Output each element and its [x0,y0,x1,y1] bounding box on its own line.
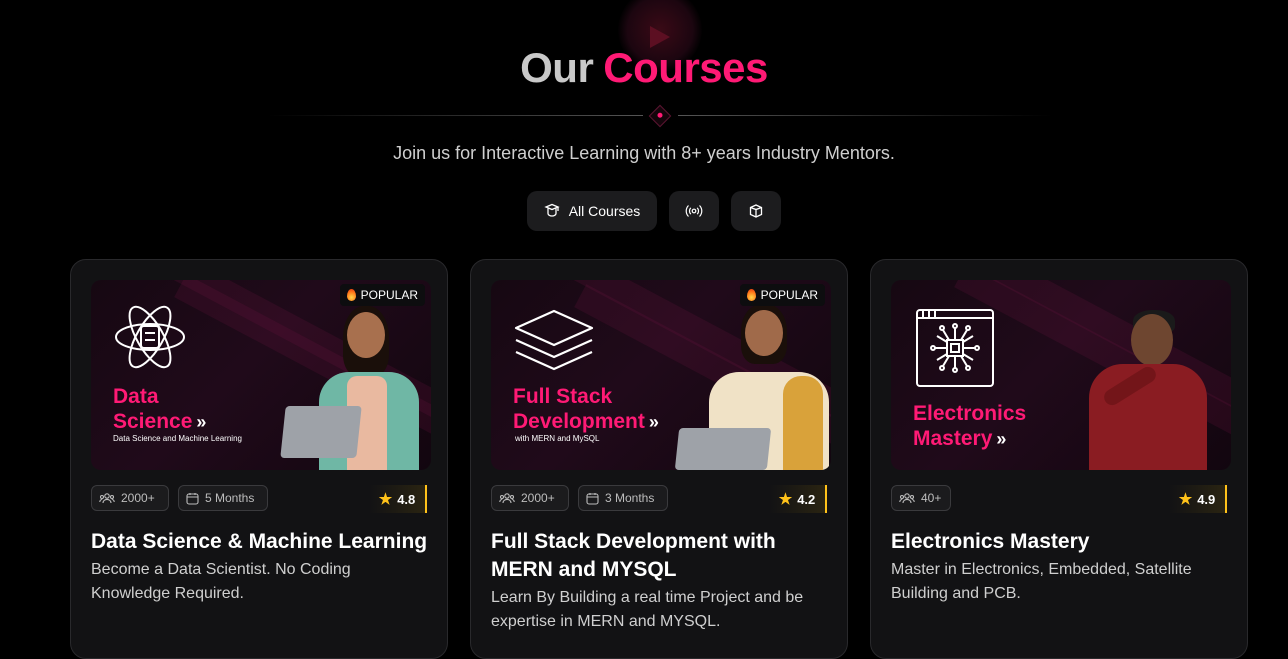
course-card-data-science[interactable]: Data Science» Data Science and Machine L… [70,259,448,659]
banner-title-line1: Data [113,385,159,408]
instructor-photo [674,280,831,470]
banner-subtitle: Data Science and Machine Learning [113,434,242,443]
banner-title-line1: Electronics [913,402,1027,425]
graduation-icon [544,203,560,219]
students-chip: 40+ [891,485,951,511]
title-divider-left [268,115,643,116]
rating-badge: ★ 4.8 [369,485,427,513]
students-chip: 2000+ [91,485,169,511]
course-banner[interactable]: Electronics Mastery» [891,280,1231,470]
page-title-part2: Courses [603,44,768,91]
popular-badge-label: POPULAR [360,288,418,302]
course-meta: 40+ ★ 4.9 [891,485,1227,513]
course-description: Learn By Building a real time Project an… [491,589,804,630]
rating-value: 4.8 [397,491,416,507]
fire-icon [346,289,356,301]
course-card-electronics[interactable]: Electronics Mastery» 40+ ★ 4.9 Electroni… [870,259,1248,659]
popular-badge-label: POPULAR [760,288,818,302]
duration-chip: 5 Months [178,485,268,511]
duration-value: 3 Months [605,491,655,505]
course-meta: 2000+ 5 Months ★ 4.8 [91,485,427,513]
tab-live[interactable] [669,191,719,231]
chip-circuit-icon [915,308,995,393]
students-icon [899,493,915,504]
banner-arrow-icon: » [996,429,1007,449]
star-icon: ★ [778,491,793,508]
live-broadcast-icon [685,204,703,218]
rating-badge: ★ 4.9 [1169,485,1227,513]
rating-value: 4.9 [1197,491,1216,507]
page-title: Our Courses [0,44,1288,92]
banner-title-line2: Development [513,410,645,433]
students-chip: 2000+ [491,485,569,511]
rating-value: 4.2 [797,491,816,507]
star-icon: ★ [1178,491,1193,508]
divider-diamond-icon [648,104,672,128]
page-subtitle: Join us for Interactive Learning with 8+… [393,143,895,163]
star-icon: ★ [378,491,393,508]
course-title[interactable]: Full Stack Development with MERN and MYS… [491,528,836,584]
tab-recorded[interactable] [731,191,781,231]
course-description: Become a Data Scientist. No Coding Knowl… [91,561,351,602]
course-title[interactable]: Data Science & Machine Learning [91,528,436,556]
fire-icon [746,289,756,301]
banner-title: Data Science» [113,384,206,435]
atom-icon [113,302,187,377]
course-title[interactable]: Electronics Mastery [891,528,1236,556]
banner-title-line2: Mastery [913,427,993,450]
title-divider-right [678,115,1053,116]
duration-value: 5 Months [205,491,255,505]
calendar-icon [586,492,599,505]
students-count: 40+ [921,491,942,505]
tab-all-courses-label: All Courses [568,203,641,219]
duration-chip: 3 Months [578,485,668,511]
banner-title-line2: Science [113,410,193,433]
tab-all-courses[interactable]: All Courses [527,191,657,231]
banner-title: Full Stack Development» [513,384,659,435]
popular-badge: POPULAR [739,284,825,306]
banner-title: Electronics Mastery» [913,401,1026,452]
banner-arrow-icon: » [648,412,659,432]
popular-badge: POPULAR [339,284,425,306]
rating-badge: ★ 4.2 [769,485,827,513]
instructor-photo [1081,280,1231,470]
banner-subtitle: with MERN and MySQL [515,434,600,443]
calendar-icon [186,492,199,505]
course-description: Master in Electronics, Embedded, Satelli… [891,561,1192,602]
course-banner[interactable]: Data Science» Data Science and Machine L… [91,280,431,470]
students-count: 2000+ [521,491,555,505]
layers-icon [513,308,595,379]
instructor-photo [280,280,431,470]
course-meta: 2000+ 3 Months ★ 4.2 [491,485,827,513]
banner-title-line1: Full Stack [513,385,613,408]
students-icon [499,493,515,504]
course-card-full-stack[interactable]: Full Stack Development» with MERN and My… [470,259,848,659]
box-icon [748,203,764,219]
students-icon [99,493,115,504]
course-banner[interactable]: Full Stack Development» with MERN and My… [491,280,831,470]
page-title-part1: Our [520,44,594,91]
students-count: 2000+ [121,491,155,505]
banner-arrow-icon: » [196,412,207,432]
